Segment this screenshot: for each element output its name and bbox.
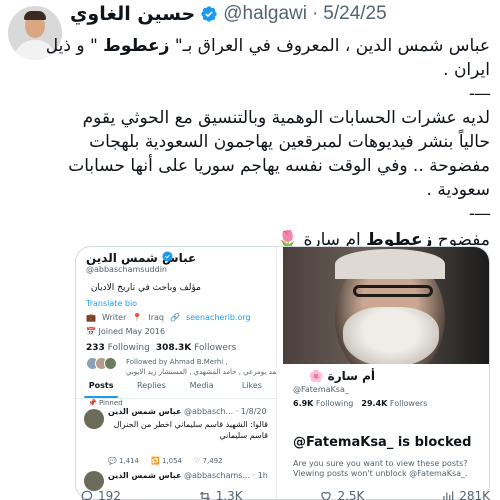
tweet-separator: —- bbox=[468, 84, 491, 104]
briefcase-icon: 💼 bbox=[86, 313, 96, 322]
repost-count: 🔁 1,054 bbox=[151, 457, 182, 465]
tweet-line: حالياً بنشر فيديوهات لمبرقعين يهاجمون ال… bbox=[89, 132, 490, 152]
location-icon: 📍 bbox=[132, 313, 143, 322]
tab-likes: Likes bbox=[241, 381, 262, 390]
translate-bio-link: Translate bio bbox=[86, 299, 138, 308]
like-button[interactable]: 2.5K bbox=[319, 489, 365, 500]
link-icon: 🔗 bbox=[170, 313, 180, 322]
profile-name: أم سارة 🌸 bbox=[308, 369, 375, 383]
tweet-line: مفضوحة .. وفي الوقت نفسه يهاجم سوريا على… bbox=[68, 156, 490, 176]
profile-link: seenacherib.org bbox=[185, 313, 251, 322]
views-button[interactable]: 281K bbox=[441, 489, 490, 500]
reply-count: 192 bbox=[98, 489, 121, 500]
tweet-body: عباس شمس الدين ، المعروف في العراق بـ" ز… bbox=[10, 34, 491, 252]
calendar-icon: 📅 bbox=[86, 327, 99, 336]
profile-writer: Writer bbox=[101, 313, 127, 322]
followed-by-text: Followed by Ahmad B.Merhi , bbox=[126, 358, 228, 366]
profile-bio: مؤلف وباحث في تاريخ الاديان bbox=[90, 283, 201, 293]
repost-count: 1.3K bbox=[215, 489, 243, 500]
verified-badge-icon bbox=[201, 6, 217, 22]
tab-media: Media bbox=[189, 381, 214, 390]
profile-handle: @FatemaKsa_ bbox=[293, 385, 349, 394]
tweet-actions: 192 1.3K 2.5K 281K bbox=[80, 489, 490, 500]
profile-name: عباس شمس الدين bbox=[86, 251, 197, 265]
pinned-label: 📌 Pinned bbox=[88, 399, 123, 407]
tweet-line: ايران . bbox=[443, 60, 490, 80]
tweet-media[interactable]: عباس شمس الدين @abbaschamsuddin مؤلف وبا… bbox=[75, 246, 490, 500]
followed-by-names: أحمد بومرعي , حامد المشهدي , المستشار زي… bbox=[126, 368, 277, 376]
tweet-line: سعودية . bbox=[426, 180, 490, 200]
tweet-separator: —- bbox=[468, 204, 491, 224]
profile-screenshot-right[interactable]: أم سارة 🌸 @FatemaKsa_ 6.9K Following 29.… bbox=[283, 247, 489, 499]
profile-tabs: Posts Replies Media Likes bbox=[76, 377, 276, 399]
tab-posts: Posts bbox=[76, 377, 126, 398]
profile-handle: @abbaschamsuddin bbox=[86, 265, 167, 274]
blocked-note: Viewing posts won't unblock @FatemaKsa_. bbox=[293, 469, 468, 478]
bold-keyword: زعطوط bbox=[103, 36, 170, 56]
author-name[interactable]: حسين الغاوي bbox=[70, 3, 195, 25]
blocked-question: Are you sure you want to view these post… bbox=[293, 459, 468, 468]
follower-avatar bbox=[104, 357, 117, 370]
profile-location: Iraq bbox=[148, 313, 164, 322]
post-avatar bbox=[84, 409, 104, 429]
post-text: قالوا: الشهيد قاسم سليماني اخطر من الجنر… bbox=[113, 420, 268, 440]
reply-count: 💬 1,414 bbox=[108, 457, 139, 465]
like-count: 2.5K bbox=[337, 489, 365, 500]
tab-replies: Replies bbox=[137, 381, 166, 390]
heart-icon bbox=[321, 492, 332, 500]
reply-button[interactable]: 192 bbox=[80, 489, 121, 500]
profile-follow-counts: 6.9K Following 29.4K Followers bbox=[293, 399, 428, 408]
tweet-date[interactable]: 5/24/25 bbox=[323, 3, 386, 25]
tweet-line: عباس شمس الدين ، المعروف في العراق بـ" ز… bbox=[45, 36, 490, 56]
tweet-line: لديه عشرات الحسابات الوهمية وبالتنسيق مع… bbox=[82, 108, 490, 128]
reply-icon bbox=[81, 490, 93, 500]
repost-button[interactable]: 1.3K bbox=[198, 489, 243, 500]
verified-badge-icon bbox=[162, 251, 173, 262]
blocked-notice: @FatemaKsa_ is blocked bbox=[293, 435, 472, 450]
post-stats: 💬 1,414 🔁 1,054 ♡ 7,492 bbox=[108, 457, 223, 465]
repost-icon bbox=[199, 491, 210, 500]
tweet: حسين الغاوي @halgawi · 5/24/25 عباس شمس … bbox=[0, 0, 500, 500]
profile-photo bbox=[283, 247, 489, 364]
profile-joined: 📅 Joined May 2016 bbox=[86, 327, 166, 336]
profile-meta: 💼 Writer 📍 Iraq 🔗 seenacherib.org bbox=[86, 313, 251, 322]
views-icon bbox=[443, 491, 454, 500]
like-count: ♡ 7,492 bbox=[194, 457, 223, 465]
profile-follow-counts: 233 Following 308.3K Followers bbox=[86, 343, 237, 353]
author-handle[interactable]: @halgawi bbox=[223, 3, 307, 25]
profile-screenshot-left[interactable]: عباس شمس الدين @abbaschamsuddin مؤلف وبا… bbox=[76, 247, 277, 499]
separator-dot: · bbox=[311, 3, 319, 24]
tweet-header: حسين الغاوي @halgawi · 5/24/25 bbox=[70, 3, 387, 25]
post-avatar bbox=[84, 471, 104, 491]
view-count: 281K bbox=[459, 489, 490, 500]
post-header: عباس شمس الدين @abbaschams... · 1h bbox=[108, 471, 268, 480]
post-header: عباس شمس الدين @abbasch... · 1/8/20 bbox=[108, 407, 267, 416]
pin-icon: 📌 bbox=[88, 399, 99, 407]
